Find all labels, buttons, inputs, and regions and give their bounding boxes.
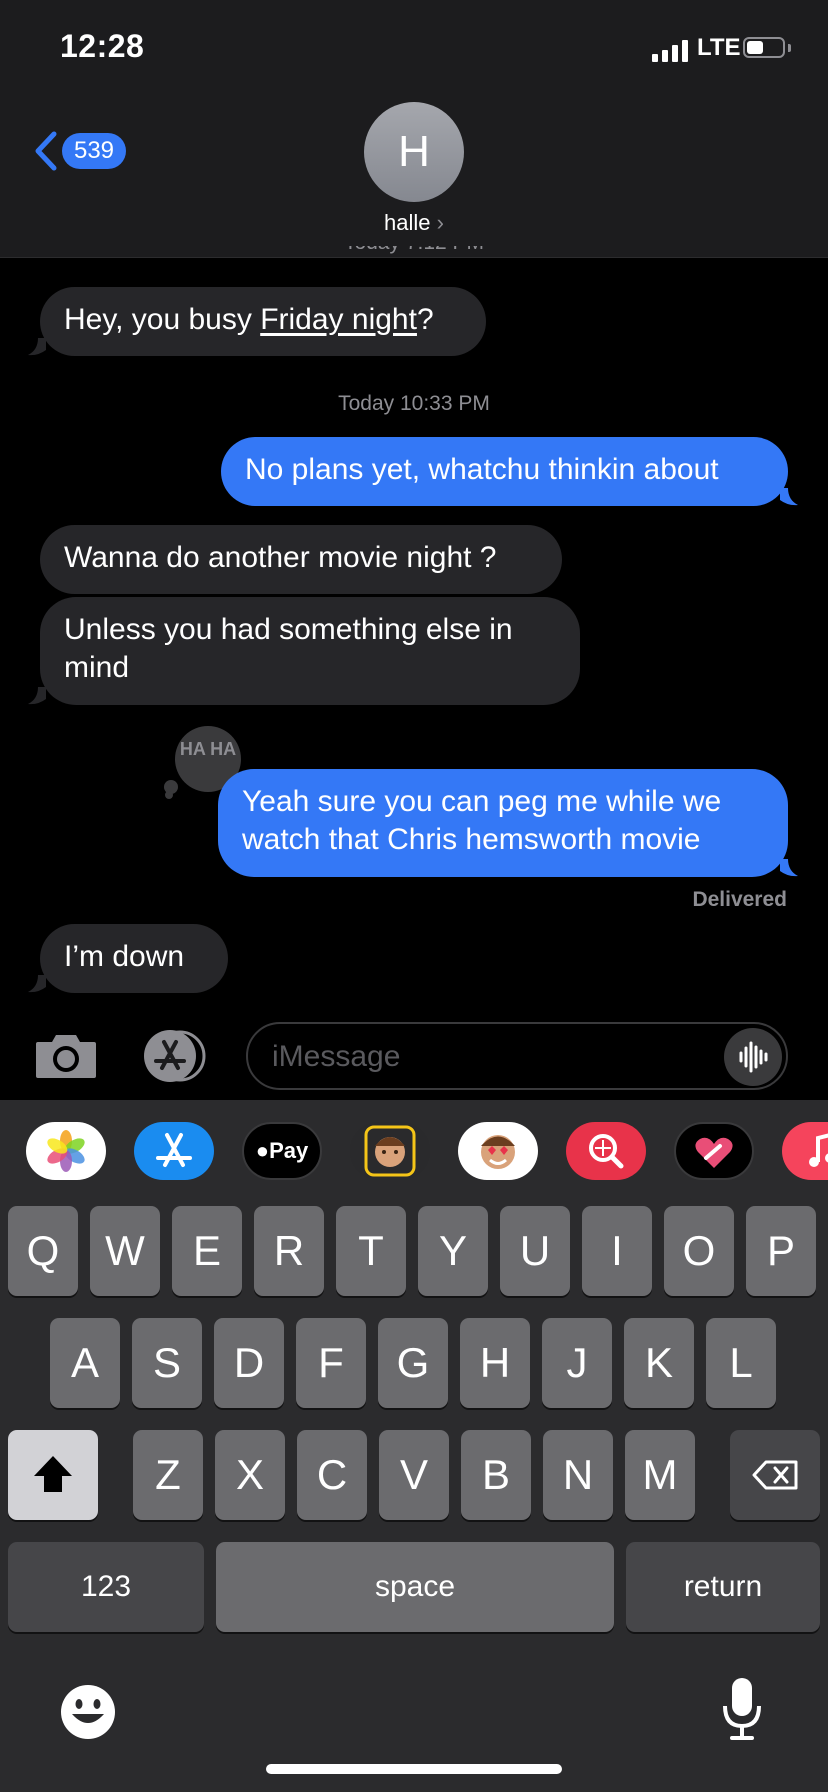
key-e[interactable]: E [172,1206,242,1296]
delete-backspace-icon [752,1460,798,1490]
shift-arrow-icon [34,1456,72,1492]
timestamp: Today 10:33 PM [338,392,490,415]
camera-icon[interactable] [34,1032,98,1080]
key-x[interactable]: X [215,1430,285,1520]
chevron-left-icon[interactable] [32,130,60,172]
bubble-tail [28,338,46,356]
key-t[interactable]: T [336,1206,406,1296]
contact-avatar[interactable]: H [364,102,464,202]
key-a[interactable]: A [50,1318,120,1408]
space-key[interactable]: space [216,1542,614,1632]
message-bubble-incoming[interactable]: Hey, you busy Friday night? [40,287,486,356]
key-k[interactable]: K [624,1318,694,1408]
key-n[interactable]: N [543,1430,613,1520]
key-f[interactable]: F [296,1318,366,1408]
numbers-key[interactable]: 123 [8,1542,204,1632]
key-h[interactable]: H [460,1318,530,1408]
image-search-icon[interactable] [566,1122,646,1180]
key-b[interactable]: B [461,1430,531,1520]
bubble-tail [28,687,46,705]
key-g[interactable]: G [378,1318,448,1408]
dictation-microphone-icon[interactable] [720,1676,764,1742]
key-q[interactable]: Q [8,1206,78,1296]
key-u[interactable]: U [500,1206,570,1296]
bubble-tail [780,859,798,877]
app-store-icon[interactable] [134,1122,214,1180]
delivered-status: Delivered [692,888,787,911]
key-i[interactable]: I [582,1206,652,1296]
message-input-placeholder: iMessage [272,1040,401,1073]
message-bubble-incoming[interactable]: I’m down [40,924,228,993]
key-s[interactable]: S [132,1318,202,1408]
apple-logo-icon: ● [255,1138,270,1163]
emoji-icon[interactable] [58,1682,118,1742]
audio-message-button[interactable] [724,1028,782,1086]
delete-key[interactable] [730,1430,820,1520]
contact-name[interactable]: halle › [348,210,480,236]
app-store-icon[interactable] [140,1028,212,1084]
return-key[interactable]: return [626,1542,820,1632]
status-time: 12:28 [60,28,145,64]
music-icon[interactable] [782,1122,828,1180]
photos-icon[interactable] [26,1122,106,1180]
battery-icon [743,37,785,58]
network-label: LTE [697,34,741,61]
key-r[interactable]: R [254,1206,324,1296]
key-c[interactable]: C [297,1430,367,1520]
waveform-icon [739,1041,768,1073]
memoji-icon[interactable] [350,1122,430,1180]
key-v[interactable]: V [379,1430,449,1520]
key-o[interactable]: O [664,1206,734,1296]
signal-icon [652,38,690,62]
digital-touch-icon[interactable] [674,1122,754,1180]
home-indicator[interactable] [266,1764,562,1774]
key-j[interactable]: J [542,1318,612,1408]
memoji-stickers-icon[interactable] [458,1122,538,1180]
date-link[interactable]: Friday night [260,303,417,336]
key-z[interactable]: Z [133,1430,203,1520]
key-y[interactable]: Y [418,1206,488,1296]
message-bubble-incoming[interactable]: Unless you had something else in mind [40,597,580,705]
bubble-tail [780,488,798,506]
shift-key[interactable] [8,1430,98,1520]
battery-cap [788,44,791,52]
timestamp-top: Today 7:12 PM [0,246,828,258]
message-bubble-outgoing[interactable]: Yeah sure you can peg me while we watch … [218,769,788,877]
message-bubble-incoming[interactable]: Wanna do another movie night ? [40,525,562,594]
key-p[interactable]: P [746,1206,816,1296]
message-bubble-outgoing[interactable]: No plans yet, whatchu thinkin about [221,437,788,506]
apple-pay-icon[interactable]: ●Pay [242,1122,322,1180]
key-w[interactable]: W [90,1206,160,1296]
avatar-initial: H [398,127,430,176]
key-l[interactable]: L [706,1318,776,1408]
tapback-dot [165,791,173,799]
chevron-right-icon: › [436,210,444,235]
unread-count-badge[interactable]: 539 [62,133,126,169]
key-m[interactable]: M [625,1430,695,1520]
key-d[interactable]: D [214,1318,284,1408]
bubble-tail [28,975,46,993]
